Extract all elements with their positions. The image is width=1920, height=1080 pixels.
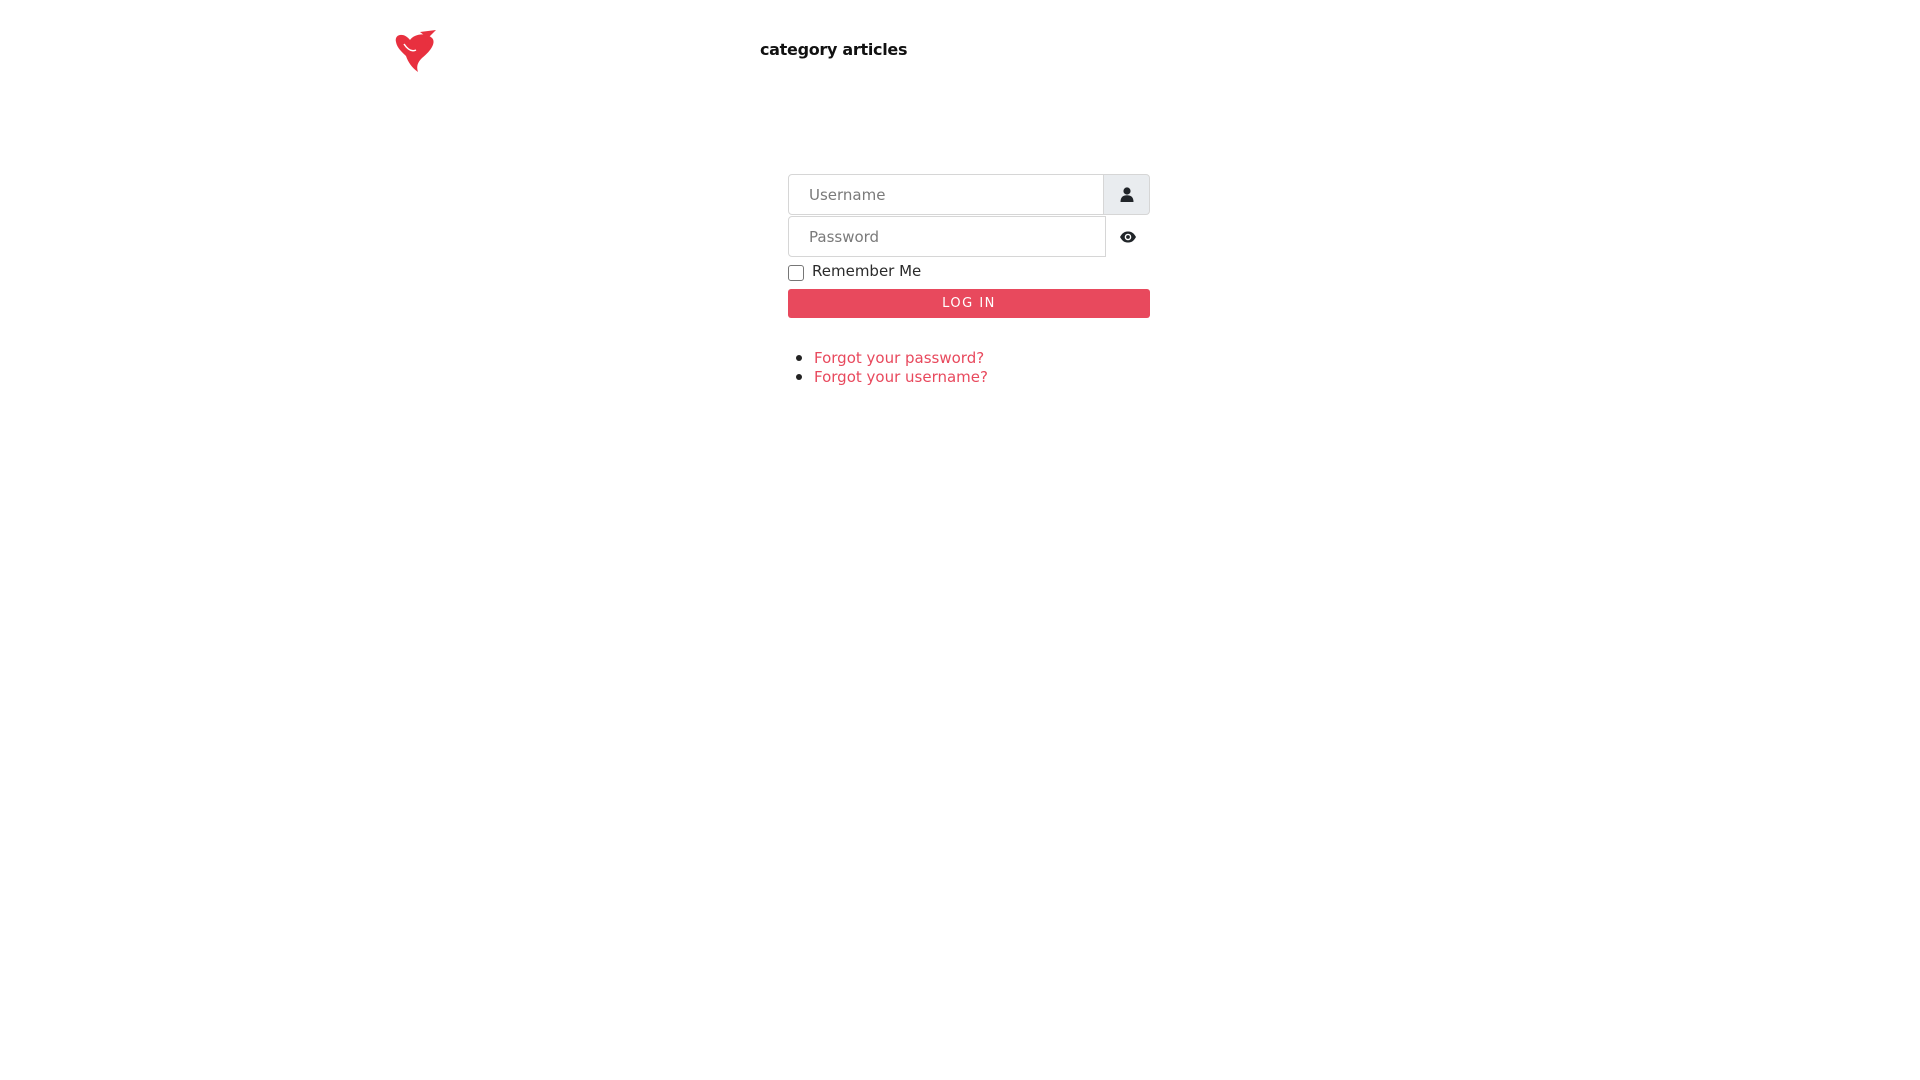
username-input[interactable]: [788, 174, 1104, 215]
user-icon: [1120, 187, 1133, 202]
remember-me-label[interactable]: Remember Me: [812, 262, 921, 280]
username-addon: [1104, 174, 1150, 215]
remember-me-row: Remember Me: [788, 259, 1150, 283]
login-form: Remember Me LOG IN Forgot your password?…: [788, 174, 1150, 386]
account-help-links: Forgot your password? Forgot your userna…: [788, 348, 1150, 386]
forgot-password-link[interactable]: Forgot your password?: [814, 349, 984, 367]
list-item: Forgot your username?: [788, 367, 1150, 386]
remember-me-checkbox[interactable]: [788, 265, 804, 281]
page-title[interactable]: category articles: [760, 40, 907, 59]
password-input[interactable]: [788, 216, 1106, 257]
site-header: category articles: [0, 0, 1920, 100]
list-item: Forgot your password?: [788, 348, 1150, 367]
login-button[interactable]: LOG IN: [788, 289, 1150, 318]
site-logo-icon[interactable]: [392, 28, 440, 74]
show-password-button[interactable]: [1106, 216, 1150, 257]
password-group: [788, 216, 1150, 257]
forgot-username-link[interactable]: Forgot your username?: [814, 368, 988, 386]
bullet: [796, 373, 802, 380]
bullet: [796, 354, 802, 361]
eye-icon: [1120, 231, 1136, 242]
username-group: [788, 174, 1150, 215]
